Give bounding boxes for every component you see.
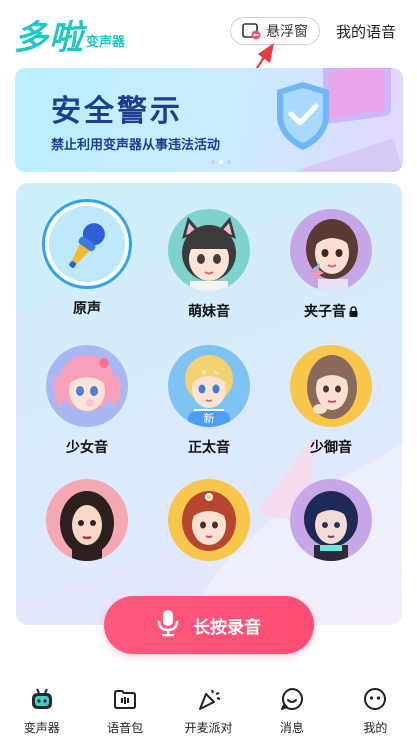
microphone-icon — [157, 609, 179, 642]
original-voice-avatar — [42, 199, 132, 289]
voice-option-7[interactable] — [39, 479, 135, 571]
carousel-dots — [211, 160, 231, 164]
nav-item-party[interactable]: 开麦派对 — [167, 676, 250, 741]
voice-option-young-boy[interactable]: 新 正太音 — [161, 345, 257, 457]
app-logo-subtitle: 变声器 — [86, 35, 126, 50]
voice-label: 少御音 — [310, 440, 352, 456]
float-window-button[interactable]: 悬浮窗 — [230, 17, 320, 45]
nav-item-voice-pack[interactable]: 语音包 — [83, 676, 166, 741]
nav-label: 我的 — [363, 721, 388, 735]
carousel-dot-active — [219, 160, 223, 164]
banner-title: 安全警示 — [51, 94, 183, 129]
voice-option-9[interactable] — [283, 479, 379, 571]
voice-option-cute-girl[interactable]: 萌妹音 — [161, 209, 257, 321]
voice-option-clip-voice[interactable]: 夹子音 — [283, 209, 379, 321]
nav-item-messages[interactable]: 消息 — [250, 676, 333, 741]
dark-hair-woman-avatar — [46, 479, 128, 561]
voice-option-young-girl[interactable]: 少女音 — [39, 345, 135, 457]
banner-subtitle: 禁止利用变声器从事违法活动 — [51, 138, 221, 153]
blonde-boy-avatar: 新 — [168, 345, 250, 427]
voice-grid-panel: 原声 萌妹音 夹子音 少女音 新 正太音 少御音 — [16, 183, 402, 625]
hold-to-record-button[interactable]: 长按录音 — [104, 596, 314, 654]
voice-label: 原声 — [73, 301, 101, 317]
laptop-shield-illustration — [277, 68, 403, 172]
party-icon — [196, 686, 222, 712]
nav-item-voice-changer[interactable]: 变声器 — [0, 676, 83, 741]
girl-avatar — [290, 209, 372, 291]
app-header: 多啦 变声器 悬浮窗 我的语音 — [0, 0, 417, 64]
microphone-icon — [69, 223, 105, 268]
nav-label: 变声器 — [23, 721, 60, 735]
float-window-icon — [242, 22, 262, 40]
voice-label: 萌妹音 — [188, 304, 230, 320]
voice-label: 正太音 — [188, 440, 230, 456]
carousel-dot — [211, 160, 215, 164]
voice-option-original[interactable]: 原声 — [39, 199, 135, 318]
cat-ear-girl-avatar — [168, 209, 250, 291]
lady-avatar — [290, 345, 372, 427]
chat-icon — [279, 686, 305, 712]
new-badge: 新 — [188, 411, 230, 427]
voice-option-lady-voice[interactable]: 少御音 — [283, 345, 379, 457]
nav-item-profile[interactable]: 我的 — [334, 676, 417, 741]
app-logo: 多啦 — [14, 18, 84, 58]
carousel-dot — [227, 160, 231, 164]
voice-label: 夹子音 — [304, 304, 346, 320]
my-voice-link[interactable]: 我的语音 — [336, 21, 396, 42]
nav-label: 消息 — [279, 721, 304, 735]
pink-hair-girl-avatar — [46, 345, 128, 427]
float-window-label: 悬浮窗 — [266, 24, 308, 40]
record-button-label: 长按录音 — [193, 617, 261, 638]
voice-option-8[interactable] — [161, 479, 257, 571]
nav-label: 开麦派对 — [184, 721, 233, 735]
profile-icon — [362, 686, 388, 712]
safety-banner[interactable]: 安全警示 禁止利用变声器从事违法活动 — [15, 68, 403, 172]
robot-icon — [29, 686, 55, 712]
voice-pack-icon — [112, 686, 138, 712]
voice-label-locked: 夹子音 — [283, 301, 379, 321]
cyber-girl-avatar — [290, 479, 372, 561]
nav-label: 语音包 — [107, 721, 144, 735]
lock-icon — [349, 305, 358, 317]
voice-label: 少女音 — [66, 440, 108, 456]
redhead-girl-avatar — [168, 479, 250, 561]
bottom-nav: 变声器 语音包 开麦派对 消息 我的 — [0, 676, 417, 741]
